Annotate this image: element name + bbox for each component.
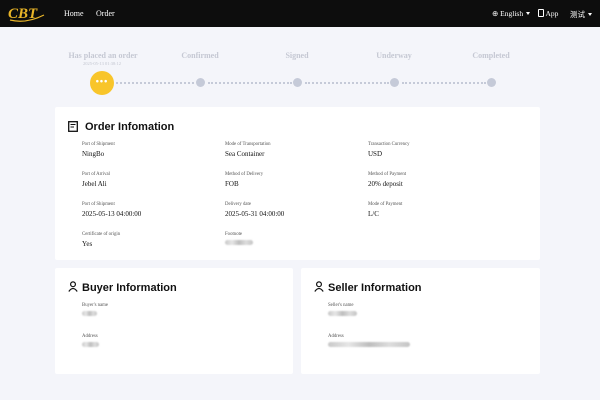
field-label: Port of Shipment xyxy=(82,142,115,147)
redacted-seller-address xyxy=(328,342,410,347)
field-value: L/C xyxy=(368,210,379,218)
seller-address-label: Address xyxy=(328,334,344,339)
field-label: Mode of Transportation xyxy=(225,142,271,147)
step-date-placed: 2025-05-13 01:38:12 xyxy=(82,61,122,66)
buyer-name-label: Buyer's name xyxy=(82,303,109,308)
field-label: Transaction Currency xyxy=(368,142,410,147)
field-label: Port of Arrival xyxy=(82,172,110,177)
step-dot-completed xyxy=(486,78,496,87)
field-value: NingBo xyxy=(82,150,105,158)
seller-information-title: Seller Information xyxy=(328,282,422,294)
step-connector xyxy=(305,82,389,84)
field-label: Certificate of origin xyxy=(82,232,121,237)
field-label: Method of Delivery xyxy=(225,172,264,177)
step-connector xyxy=(402,82,486,84)
redacted-buyer-name xyxy=(82,311,97,316)
order-information-card: Order Infomation Port of Shipment NingBo… xyxy=(55,107,540,260)
field-label: Port of Shipment xyxy=(82,202,115,207)
step-label-signed: Signed xyxy=(285,51,309,60)
field-value: 2025-05-13 04:00:00 xyxy=(82,210,142,218)
field-label: Footnote xyxy=(225,232,243,237)
document-icon xyxy=(68,121,78,132)
field-value: FOB xyxy=(225,180,239,188)
step-dot-signed xyxy=(292,78,302,87)
cbt-logo[interactable]: CBT xyxy=(6,3,48,23)
user-icon xyxy=(314,281,324,292)
user-icon xyxy=(68,281,78,292)
phone-icon xyxy=(538,9,544,17)
field-value: Sea Container xyxy=(225,150,265,158)
seller-name-label: Seller's name xyxy=(328,303,354,308)
current-step-indicator: ••• xyxy=(90,71,114,95)
app-label: App xyxy=(545,9,559,18)
user-name: 测试 xyxy=(570,10,585,19)
globe-icon: ⊕ xyxy=(492,9,499,18)
language-selector[interactable]: ⊕ English xyxy=(492,9,531,18)
field-value: 20% deposit xyxy=(368,180,403,188)
chevron-down-icon xyxy=(526,12,531,15)
field-label: Method of Payment xyxy=(368,172,407,177)
step-label-placed: Has placed an order xyxy=(68,51,138,60)
step-dot-underway xyxy=(389,78,399,87)
top-navigation-bar: CBT Home Order ⊕ English App 测试 xyxy=(0,0,600,27)
buyer-information-card: Buyer Information Buyer's name Address xyxy=(55,268,293,374)
buyer-information-title: Buyer Information xyxy=(82,282,177,294)
buyer-address-label: Address xyxy=(82,334,98,339)
field-label: Delivery date xyxy=(225,202,251,207)
seller-information-card: Seller Information Seller's name Address xyxy=(301,268,540,374)
redacted-seller-name xyxy=(328,311,357,316)
field-value: USD xyxy=(368,150,383,158)
step-label-underway: Underway xyxy=(376,51,412,60)
chevron-down-icon xyxy=(588,13,592,16)
step-label-completed: Completed xyxy=(472,51,510,60)
step-connector xyxy=(116,82,194,84)
nav-order-link[interactable]: Order xyxy=(96,9,115,18)
field-value: 2025-05-31 04:00:00 xyxy=(225,210,285,218)
nav-home-link[interactable]: Home xyxy=(64,9,84,18)
redacted-footnote-value xyxy=(225,240,253,245)
field-value: Yes xyxy=(82,240,93,248)
language-label: English xyxy=(500,9,524,18)
user-menu[interactable]: 测试 xyxy=(570,9,592,20)
field-value: Jebel Ali xyxy=(82,180,107,188)
app-link[interactable]: App xyxy=(538,9,558,18)
order-information-title: Order Infomation xyxy=(85,121,175,133)
step-label-confirmed: Confirmed xyxy=(181,51,219,60)
redacted-buyer-address xyxy=(82,342,99,347)
step-dot-confirmed xyxy=(195,78,205,87)
field-label: Mode of Payment xyxy=(368,202,403,207)
step-connector xyxy=(208,82,292,84)
